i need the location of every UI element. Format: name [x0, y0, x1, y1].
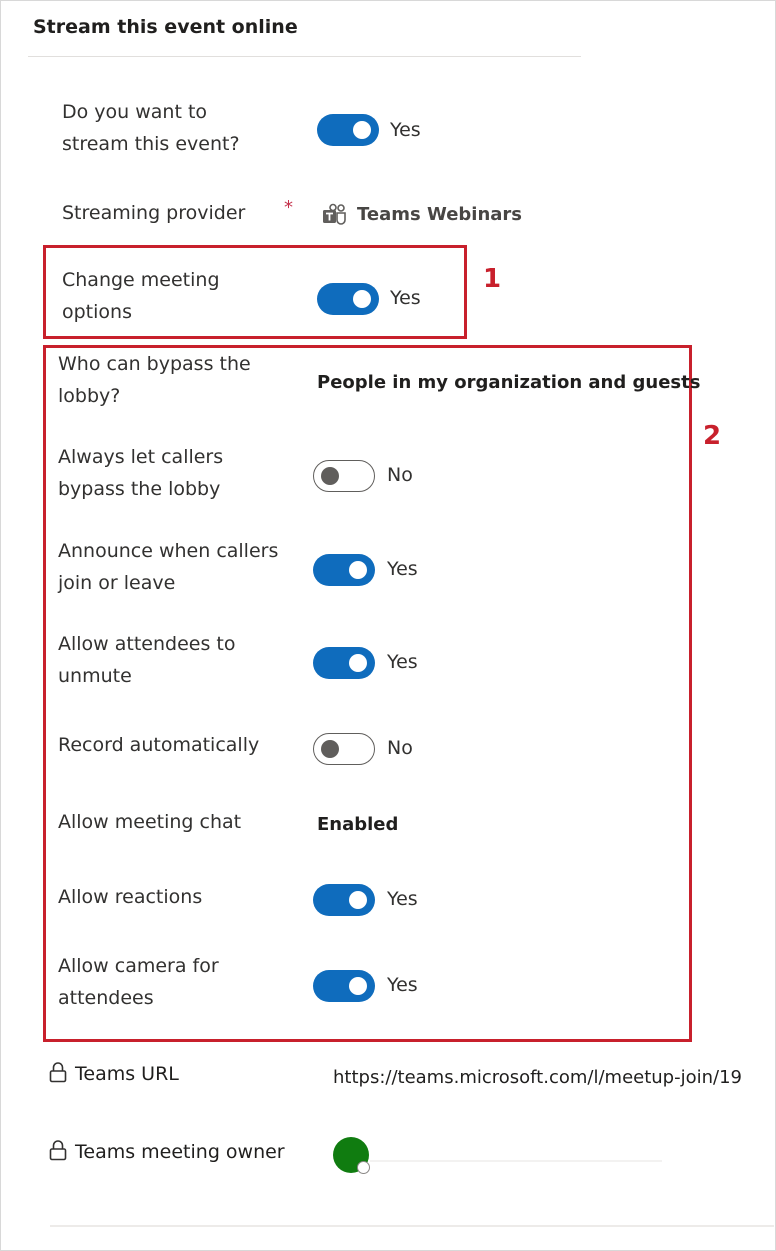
change-meeting-options-toggle[interactable] — [317, 283, 379, 315]
record-automatically-toggle[interactable] — [313, 733, 375, 765]
callers-bypass-value: No — [387, 464, 413, 486]
toggle-knob — [349, 654, 367, 672]
owner-field-underline — [370, 1160, 662, 1162]
bypass-lobby-label: Who can bypass the lobby? — [58, 353, 251, 407]
callers-bypass-label: Always let callers bypass the lobby — [58, 446, 224, 500]
toggle-knob — [353, 290, 371, 308]
teams-icon — [323, 203, 346, 225]
meeting-chat-value[interactable]: Enabled — [317, 814, 398, 835]
record-automatically-label: Record automatically — [58, 734, 260, 756]
attendees-unmute-toggle[interactable] — [313, 647, 375, 679]
stream-event-toggle[interactable] — [317, 114, 379, 146]
reactions-label: Allow reactions — [58, 886, 203, 908]
lock-icon — [49, 1140, 67, 1161]
attendees-unmute-value: Yes — [387, 651, 418, 673]
stream-event-value: Yes — [390, 119, 421, 141]
change-meeting-options-value: Yes — [390, 287, 421, 309]
bypass-lobby-value[interactable]: People in my organization and guests — [317, 372, 700, 393]
toggle-knob — [349, 891, 367, 909]
toggle-knob — [349, 561, 367, 579]
meeting-chat-label: Allow meeting chat — [58, 811, 242, 833]
streaming-provider-value[interactable]: Teams Webinars — [357, 204, 522, 225]
section-title: Stream this event online — [33, 16, 298, 38]
required-asterisk: * — [284, 197, 293, 218]
teams-url-label: Teams URL — [75, 1063, 179, 1085]
stream-event-label: Do you want to stream this event? — [62, 101, 240, 155]
toggle-knob — [321, 740, 339, 758]
camera-attendees-toggle[interactable] — [313, 970, 375, 1002]
reactions-value: Yes — [387, 888, 418, 910]
bottom-divider — [50, 1225, 774, 1227]
toggle-knob — [321, 467, 339, 485]
lock-icon — [49, 1062, 67, 1083]
toggle-knob — [353, 121, 371, 139]
streaming-provider-label: Streaming provider — [62, 202, 246, 224]
announce-callers-toggle[interactable] — [313, 554, 375, 586]
annotation-number-1: 1 — [483, 264, 502, 294]
annotation-number-2: 2 — [703, 421, 722, 451]
camera-attendees-value: Yes — [387, 974, 418, 996]
title-divider — [28, 56, 581, 57]
record-automatically-value: No — [387, 737, 413, 759]
change-meeting-options-label: Change meeting options — [62, 269, 220, 323]
toggle-knob — [349, 977, 367, 995]
reactions-toggle[interactable] — [313, 884, 375, 916]
meeting-owner-label: Teams meeting owner — [75, 1141, 285, 1163]
announce-callers-value: Yes — [387, 558, 418, 580]
presence-status-icon — [357, 1161, 370, 1174]
attendees-unmute-label: Allow attendees to unmute — [58, 633, 236, 687]
callers-bypass-toggle[interactable] — [313, 460, 375, 492]
announce-callers-label: Announce when callers join or leave — [58, 540, 279, 594]
camera-attendees-label: Allow camera for attendees — [58, 955, 219, 1009]
teams-url-value[interactable]: https://teams.microsoft.com/l/meetup-joi… — [333, 1067, 742, 1088]
